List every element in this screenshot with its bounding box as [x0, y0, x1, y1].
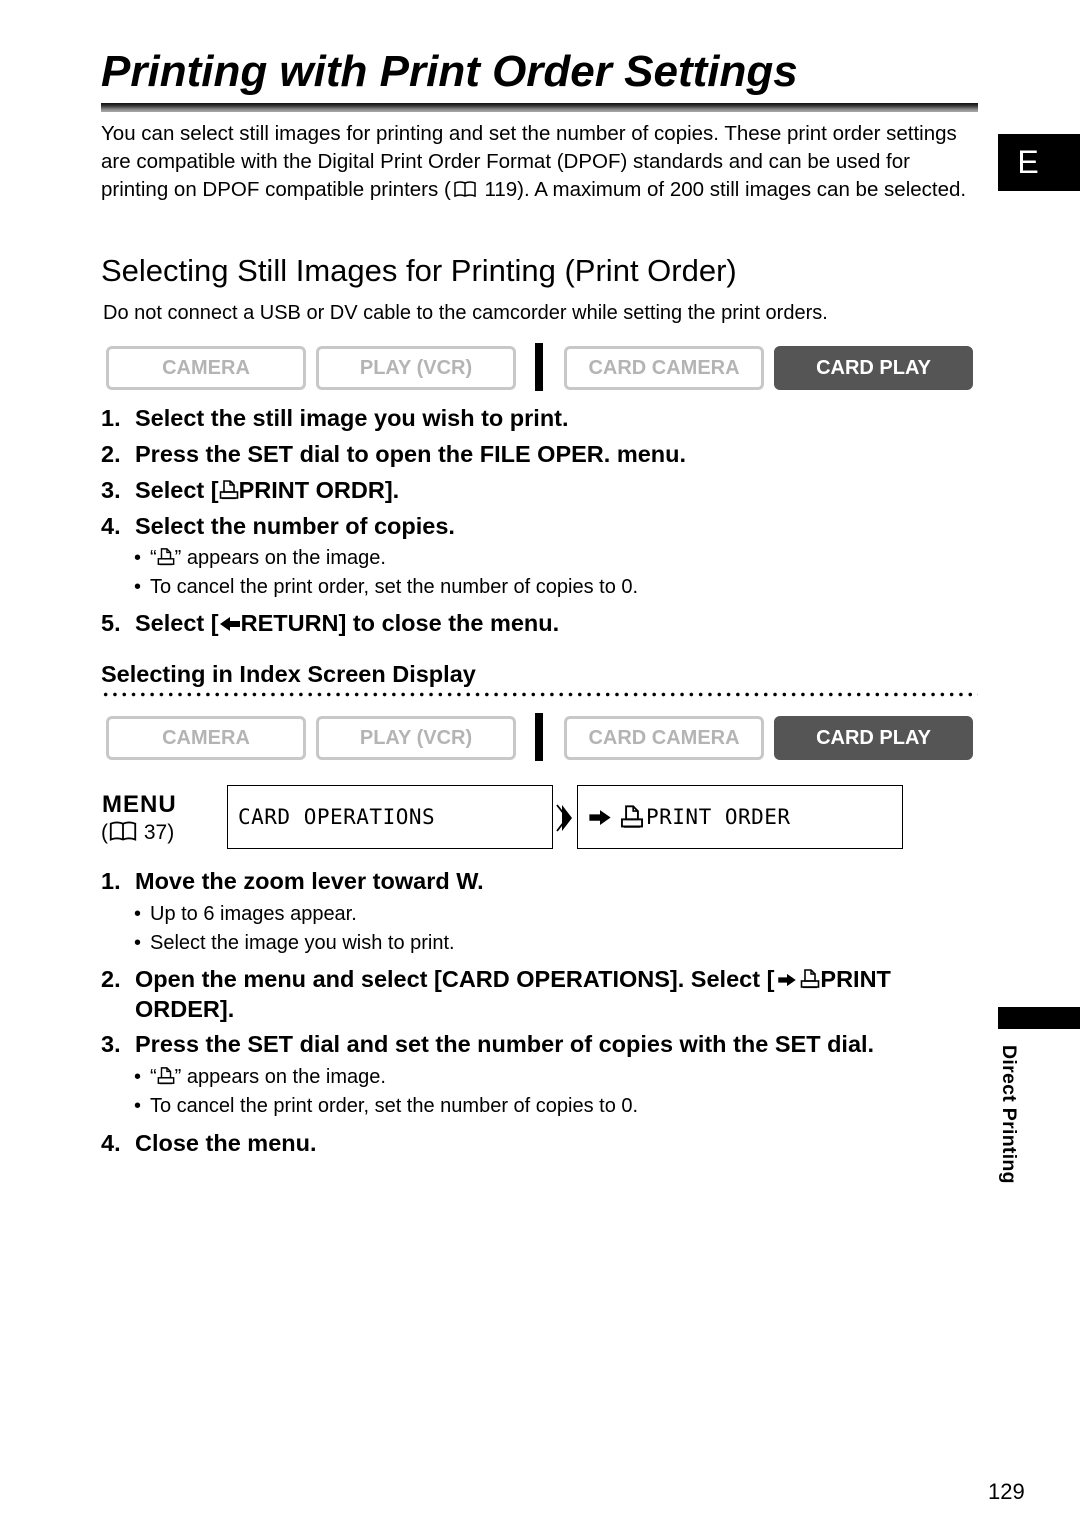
- step-a-5: 5. Select [ RETURN] to close the menu.: [101, 608, 559, 638]
- arrow-right-icon: [588, 809, 612, 826]
- bullet-b3-2: • To cancel the print order, set the numb…: [134, 1093, 638, 1119]
- return-arrow-icon: [219, 616, 241, 632]
- step-number: 2.: [101, 966, 121, 992]
- step-number: 1.: [101, 868, 121, 894]
- language-tab: E: [998, 134, 1080, 191]
- arrow-right-icon: [777, 973, 797, 987]
- bullet-text: ” appears on the image.: [174, 547, 386, 569]
- mode-play-vcr: PLAY (VCR): [316, 346, 516, 390]
- step-number: 3.: [101, 1031, 121, 1057]
- section-title: Selecting Still Images for Printing (Pri…: [101, 253, 737, 288]
- side-tab-bar: [998, 1007, 1080, 1029]
- step-a-2: 2. Press the SET dial to open the FILE OP…: [101, 439, 686, 469]
- book-icon: [453, 180, 477, 198]
- mode-indicator-row-2: CAMERA PLAY (VCR) CARD CAMERA CARD PLAY: [106, 713, 974, 762]
- step-number: 1.: [101, 405, 121, 431]
- mode-play-vcr: PLAY (VCR): [316, 716, 516, 760]
- bullet-text: To cancel the print order, set the numbe…: [150, 1095, 639, 1117]
- bullet-dot: •: [134, 576, 142, 598]
- mode-card-play: CARD PLAY: [774, 346, 973, 390]
- mode-card-play: CARD PLAY: [774, 716, 973, 760]
- step-a-4: 4. Select the number of copies.: [101, 511, 455, 541]
- step-b-3: 3. Press the SET dial and set the number …: [101, 1029, 874, 1059]
- bullet-dot: •: [134, 932, 142, 954]
- bullet-a-1: • “ ” appears on the image.: [134, 545, 386, 571]
- mode-camera: CAMERA: [106, 716, 306, 760]
- bullet-text: To cancel the print order, set the numbe…: [150, 576, 639, 598]
- step-b-2: 2. Open the menu and select [CARD OPERATI…: [101, 964, 891, 994]
- bullet-dot: •: [134, 903, 142, 925]
- step-text: Close the menu.: [135, 1130, 317, 1156]
- bullet-text: ” appears on the image.: [174, 1066, 386, 1088]
- step-text: RETURN] to close the menu.: [240, 610, 560, 636]
- step-text: Move the zoom lever toward: [135, 868, 457, 894]
- step-number: 4.: [101, 513, 121, 539]
- step-text: Select [: [135, 477, 219, 503]
- step-text: Select the number of copies.: [135, 513, 455, 539]
- step-text: ORDER].: [135, 996, 235, 1022]
- step-text: Press the SET dial to open the FILE OPER…: [135, 441, 687, 467]
- step-number: 3.: [101, 477, 121, 503]
- menu-page-ref: ( 37): [101, 820, 175, 844]
- step-b-2-line2: ORDER].: [135, 994, 234, 1024]
- bullet-b1-2: • Select the image you wish to print.: [134, 930, 455, 956]
- mode-indicator-row: CAMERA PLAY (VCR) CARD CAMERA CARD PLAY: [106, 343, 974, 392]
- intro-text-2: ). A maximum of 200 still images can be …: [517, 178, 967, 201]
- mode-card-camera: CARD CAMERA: [564, 346, 764, 390]
- intro-paragraph: You can select still images for printing…: [101, 120, 981, 204]
- bullet-b1-1: • Up to 6 images appear.: [134, 901, 357, 927]
- print-icon: [157, 1066, 175, 1086]
- title-rule: [101, 103, 978, 112]
- step-number: 2.: [101, 441, 121, 467]
- step-text: Press the SET dial and set the number of…: [135, 1031, 875, 1057]
- bullet-a-2: • To cancel the print order, set the numb…: [134, 574, 638, 600]
- print-icon: [620, 804, 644, 830]
- step-a-1: 1. Select the still image you wish to pri…: [101, 403, 569, 433]
- page-title: Printing with Print Order Settings: [101, 47, 798, 96]
- menu-box-print-order: PRINT ORDER: [577, 785, 903, 849]
- subsection-title: Selecting in Index Screen Display: [101, 661, 476, 687]
- bullet-text: “: [150, 547, 157, 569]
- step-b-1: 1. Move the zoom lever toward W.: [101, 866, 484, 896]
- step-number: 4.: [101, 1130, 121, 1156]
- intro-page-ref: 119: [484, 178, 518, 201]
- mode-separator: [535, 713, 543, 761]
- section-note: Do not connect a USB or DV cable to the …: [103, 302, 828, 324]
- print-icon: [219, 479, 239, 501]
- bullet-dot: •: [134, 1066, 142, 1088]
- book-icon: [108, 820, 138, 842]
- menu-path-item: PRINT ORDER: [646, 805, 791, 829]
- mode-separator: [535, 343, 543, 391]
- step-text: Open the menu and select [CARD OPERATION…: [135, 966, 775, 992]
- step-text: Select the still image you wish to print…: [135, 405, 569, 431]
- print-icon: [800, 968, 820, 990]
- menu-box-card-operations: CARD OPERATIONS: [227, 785, 553, 849]
- step-number: 5.: [101, 610, 121, 636]
- step-text: PRINT ORDR].: [238, 477, 400, 503]
- bullet-b3-1: • “ ” appears on the image.: [134, 1064, 386, 1090]
- menu-path-item: CARD OPERATIONS: [238, 805, 436, 829]
- bullet-text: “: [150, 1066, 157, 1088]
- bullet-dot: •: [134, 547, 142, 569]
- page-number: 129: [988, 1479, 1025, 1504]
- mode-camera: CAMERA: [106, 346, 306, 390]
- double-chevron-icon: [556, 804, 572, 832]
- step-text-emphasis: W.: [456, 868, 484, 894]
- bullet-dot: •: [134, 1095, 142, 1117]
- bullet-text: Select the image you wish to print.: [150, 932, 455, 954]
- step-b-4: 4. Close the menu.: [101, 1128, 317, 1158]
- dotted-rule: [101, 692, 978, 697]
- bullet-text: Up to 6 images appear.: [150, 903, 357, 925]
- side-section-label: Direct Printing: [998, 1045, 1020, 1184]
- step-text: PRINT: [820, 966, 891, 992]
- menu-ref-number: 37: [143, 821, 168, 844]
- menu-label: MENU: [102, 791, 177, 818]
- step-text: Select [: [135, 610, 219, 636]
- mode-card-camera: CARD CAMERA: [564, 716, 764, 760]
- print-icon: [157, 547, 175, 567]
- step-a-3: 3. Select [ PRINT ORDR].: [101, 475, 399, 505]
